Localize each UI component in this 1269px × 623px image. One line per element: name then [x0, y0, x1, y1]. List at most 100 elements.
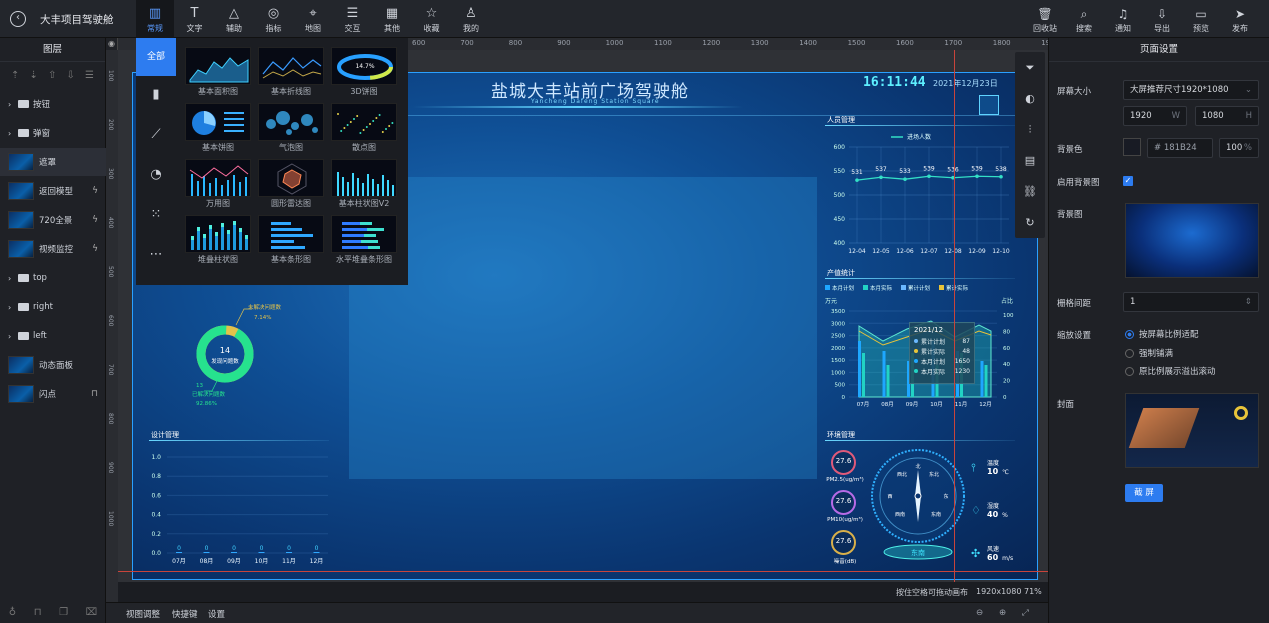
menu-badge[interactable] — [979, 95, 999, 115]
tool-shapes[interactable]: △ 辅助 — [215, 0, 253, 38]
component-card[interactable]: 14.7% 3D饼图 — [331, 47, 397, 99]
move-down-icon[interactable]: ⇩ — [67, 70, 75, 81]
layer-item[interactable]: 动态面板 — [0, 351, 106, 379]
link-icon[interactable]: ⛓ — [1015, 176, 1045, 207]
component-card[interactable]: 散点图 — [331, 103, 397, 155]
layer-item[interactable]: 720全景 ϟ — [0, 206, 106, 234]
zoom-out-icon[interactable]: ⊖ — [976, 608, 983, 618]
component-card[interactable]: 气泡图 — [258, 103, 324, 155]
fit-icon[interactable]: ⤢ — [1022, 608, 1029, 618]
tool-star[interactable]: ☆ 收藏 — [413, 0, 451, 38]
shortcut-link[interactable]: 快捷键 — [172, 608, 198, 620]
tool-user[interactable]: ♙ 我的 — [452, 0, 490, 38]
scale-option-scroll[interactable]: 原比例展示溢出滚动 — [1125, 365, 1216, 377]
chevron-right-icon[interactable]: › — [8, 303, 18, 312]
settings-link[interactable]: 设置 — [208, 608, 225, 620]
layout-icon[interactable]: ▤ — [1015, 145, 1045, 176]
legend-swatch — [825, 285, 830, 290]
layer-item[interactable]: › 弹窗 — [0, 119, 106, 147]
component-card[interactable]: 圆形雷达图 — [258, 159, 324, 211]
move-top-icon[interactable]: ⇡ — [11, 70, 19, 81]
lightning-icon[interactable]: ϟ — [92, 186, 98, 196]
top-search-button[interactable]: ⌕ 搜索 — [1067, 0, 1101, 38]
grid-gap-input[interactable]: 1 ⇕ — [1123, 292, 1259, 312]
top-export-button[interactable]: ⇩ 导出 — [1145, 0, 1179, 38]
capture-button[interactable]: 截 屏 — [1125, 484, 1163, 502]
scale-option-stretch[interactable]: 强制铺满 — [1125, 347, 1173, 359]
bg-color-input[interactable]: # 181B24 — [1147, 138, 1213, 158]
center-mask[interactable] — [349, 177, 817, 479]
top-bell-button[interactable]: ♫ 通知 — [1106, 0, 1140, 38]
component-card[interactable]: 基本折线图 — [258, 47, 324, 99]
top-send-button[interactable]: ➤ 发布 — [1223, 0, 1257, 38]
lock-icon[interactable]: ⊓ — [91, 389, 98, 399]
lightning-icon[interactable]: ϟ — [92, 215, 98, 225]
palette-category-more[interactable]: ⋯ — [136, 236, 176, 274]
component-card[interactable]: 基本饼图 — [185, 103, 251, 155]
chevron-right-icon[interactable]: › — [8, 129, 18, 138]
align-icon[interactable]: ☰ — [85, 70, 94, 81]
copy-icon[interactable]: ❐ — [59, 607, 68, 618]
layer-item[interactable]: 视频监控 ϟ — [0, 235, 106, 263]
chevron-right-icon[interactable]: › — [8, 274, 18, 283]
guide-line-v[interactable] — [954, 50, 955, 582]
delete-icon[interactable]: ⌧ — [86, 607, 98, 618]
palette-category-line-chart[interactable]: ⟋ — [136, 116, 176, 154]
tool-grid[interactable]: ▦ 其他 — [373, 0, 411, 38]
layer-item[interactable]: › 按钮 — [0, 90, 106, 118]
component-card[interactable]: 堆叠柱状图 — [185, 215, 251, 267]
bg-opacity-input[interactable]: 100% — [1219, 138, 1259, 158]
chevron-right-icon[interactable]: › — [8, 100, 18, 109]
tool-indicator[interactable]: ◎ 指标 — [255, 0, 293, 38]
lightning-icon[interactable]: ϟ — [92, 244, 98, 254]
component-card[interactable]: 基本条形图 — [258, 215, 324, 267]
move-bottom-icon[interactable]: ⇣ — [30, 70, 38, 81]
component-name: 3D饼图 — [350, 87, 378, 96]
width-input[interactable]: 1920 W — [1123, 106, 1187, 126]
filter-icon[interactable]: ⏷ — [1015, 52, 1045, 83]
scale-option-fit[interactable]: 按屏幕比例适配 — [1125, 328, 1199, 340]
component-card[interactable]: 基本柱状图V2 — [331, 159, 397, 211]
back-icon[interactable]: ‹ — [10, 11, 26, 27]
cover-preview[interactable] — [1125, 393, 1259, 468]
palette-icon[interactable]: ◐ — [1015, 83, 1045, 114]
y-tick-label: 2500 — [831, 334, 845, 340]
tool-map-pin[interactable]: ⌖ 地图 — [294, 0, 332, 38]
guide-line-h[interactable] — [118, 571, 1048, 572]
eye-icon[interactable]: ◉ — [106, 38, 118, 50]
scatter-chart-icon: ⁙ — [150, 207, 162, 222]
zoom-in-icon[interactable]: ⊕ — [999, 608, 1006, 618]
layer-item[interactable]: 返回模型 ϟ — [0, 177, 106, 205]
chevron-right-icon[interactable]: › — [8, 332, 18, 341]
component-card[interactable]: 万用图 — [185, 159, 251, 211]
move-up-icon[interactable]: ⇧ — [48, 70, 56, 81]
top-preview-button[interactable]: ▭ 预览 — [1184, 0, 1218, 38]
top-trash-button[interactable]: 🗑 回收站 — [1028, 0, 1062, 38]
palette-category-pie-chart[interactable]: ◔ — [136, 156, 176, 194]
layer-item[interactable]: › right — [0, 293, 106, 321]
lock-icon[interactable]: ⊓ — [34, 607, 42, 618]
tool-sliders[interactable]: ☰ 交互 — [334, 0, 372, 38]
layer-item[interactable]: 闪点 ⊓ — [0, 380, 106, 408]
adjust-icon[interactable]: ⫶ — [1015, 114, 1045, 145]
tool-bar-chart[interactable]: ▥ 常规 — [136, 0, 174, 38]
stepper-icon[interactable]: ⇕ — [1245, 293, 1252, 311]
palette-category-all[interactable]: 全部 — [136, 38, 176, 76]
use-bg-image-checkbox[interactable]: ✓ — [1123, 176, 1133, 186]
component-card[interactable]: 水平堆叠条形图 — [331, 215, 397, 267]
bulb-icon[interactable]: ♁ — [9, 607, 16, 618]
screen-size-select[interactable]: 大屏推荐尺寸1920*1080 ⌄ — [1123, 80, 1259, 100]
layer-item[interactable]: › left — [0, 322, 106, 350]
layer-item[interactable]: 遮罩 — [0, 148, 106, 176]
palette-category-scatter-chart[interactable]: ⁙ — [136, 196, 176, 234]
layer-item[interactable]: › top — [0, 264, 106, 292]
bg-image-preview[interactable] — [1125, 203, 1259, 278]
component-card[interactable]: 基本面积图 — [185, 47, 251, 99]
bg-color-swatch[interactable] — [1123, 138, 1141, 156]
height-input[interactable]: 1080 H — [1195, 106, 1259, 126]
y-tick-label: 1.0 — [151, 454, 161, 461]
view-adjust-link[interactable]: 视图调整 — [126, 608, 160, 620]
tool-text[interactable]: T 文字 — [176, 0, 214, 38]
palette-category-bar-chart[interactable]: ▮ — [136, 76, 176, 114]
refresh-icon[interactable]: ↻ — [1015, 207, 1045, 238]
